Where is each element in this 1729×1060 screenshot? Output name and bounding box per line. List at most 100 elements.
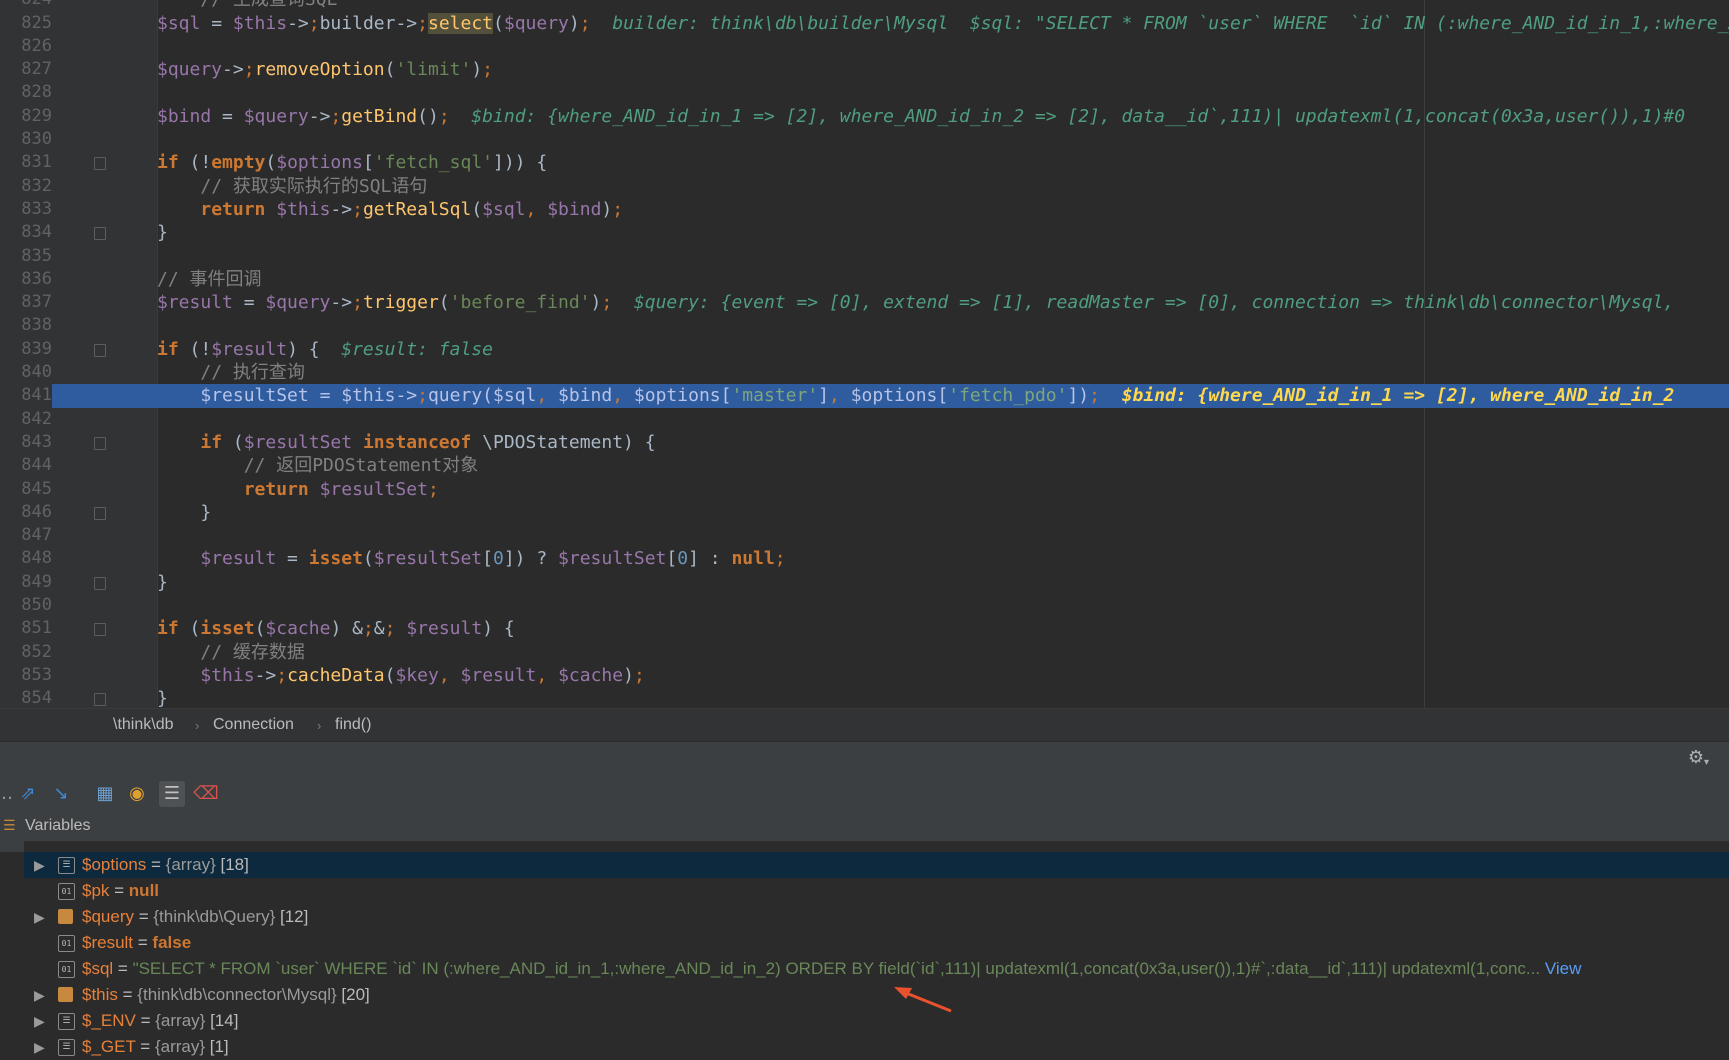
code-line[interactable]: 835 (0, 245, 1729, 268)
code-line[interactable]: 828 (0, 81, 1729, 104)
code-line[interactable]: 843 if ($resultSet instanceof \PDOStatem… (0, 431, 1729, 454)
code-line[interactable]: 848 $result = isset($resultSet[0]) ? $re… (0, 547, 1729, 570)
run-to-cursor-icon[interactable]: ↘ (48, 781, 74, 807)
code-line[interactable]: 845 return $resultSet; (0, 478, 1729, 501)
fold-marker-icon[interactable] (94, 506, 106, 520)
evaluate-icon[interactable]: ▦ (92, 781, 118, 807)
variable-row[interactable]: ▶ $this = {think\db\connector\Mysql} [20] (24, 982, 1729, 1008)
line-number[interactable]: 830 (0, 128, 52, 151)
code-line[interactable]: 837 $result = $query->;trigger('before_fi… (0, 291, 1729, 314)
line-number[interactable]: 845 (0, 478, 52, 501)
code-text: if (!empty($options['fetch_sql'])) { (157, 152, 548, 174)
code-line[interactable]: 827 $query->;removeOption('limit'); (0, 58, 1729, 81)
fold-marker-icon[interactable] (94, 343, 106, 357)
line-number[interactable]: 849 (0, 571, 52, 594)
line-number[interactable]: 850 (0, 594, 52, 617)
step-out-icon[interactable]: ⇗ (15, 781, 41, 807)
line-number[interactable]: 836 (0, 268, 52, 291)
variable-row[interactable]: ▶ ☰ $options = {array} [18] (24, 852, 1729, 878)
variable-count: [20] (336, 985, 370, 1004)
code-line[interactable]: 847 (0, 524, 1729, 547)
code-line[interactable]: 834} (0, 221, 1729, 244)
line-number[interactable]: 848 (0, 547, 52, 570)
line-number[interactable]: 852 (0, 641, 52, 664)
line-number[interactable]: 829 (0, 105, 52, 128)
variable-row[interactable]: 01 $result = false (24, 930, 1729, 956)
code-line[interactable]: 844 // 返回PDOStatement对象 (0, 454, 1729, 477)
code-line[interactable]: 831 if (!empty($options['fetch_sql'])) { (0, 151, 1729, 174)
fold-marker-icon[interactable] (94, 623, 106, 637)
expand-arrow-icon[interactable]: ▶ (34, 1034, 45, 1060)
line-number[interactable]: 844 (0, 454, 52, 477)
object-icon (58, 909, 73, 924)
code-line[interactable]: 839 if (!$result) { $result: false (0, 338, 1729, 361)
variable-row[interactable]: ▶ $query = {think\db\Query} [12] (24, 904, 1729, 930)
variable-name: $sql (82, 959, 114, 978)
code-line[interactable]: 840 // 执行查询 (0, 361, 1729, 384)
breadcrumb-namespace[interactable]: \think\db (113, 716, 173, 734)
line-number[interactable]: 834 (0, 221, 52, 244)
line-number[interactable]: 839 (0, 338, 52, 361)
variable-row[interactable]: ▶ ☰ $_GET = {array} [1] (24, 1034, 1729, 1060)
line-number[interactable]: 831 (0, 151, 52, 174)
variable-row[interactable]: 01 $pk = null (24, 878, 1729, 904)
code-line[interactable]: 850 (0, 594, 1729, 617)
code-line[interactable]: 853 $this->;cacheData($key, $result, $ca… (0, 664, 1729, 687)
line-number[interactable]: 827 (0, 58, 52, 81)
line-number[interactable]: 824 (0, 0, 52, 11)
fold-marker-icon[interactable] (94, 693, 106, 707)
line-number[interactable]: 826 (0, 35, 52, 58)
line-number[interactable]: 851 (0, 617, 52, 640)
line-number[interactable]: 828 (0, 81, 52, 104)
code-editor[interactable]: 824 // 生成查询SQL825$sql = $this->;builder-… (0, 0, 1729, 708)
code-line[interactable]: 824 // 生成查询SQL (0, 0, 1729, 11)
code-line[interactable]: 842 (0, 408, 1729, 431)
code-line[interactable]: 826 (0, 35, 1729, 58)
variable-row[interactable]: 01 $sql = "SELECT * FROM `user` WHERE `id… (24, 956, 1729, 982)
line-number[interactable]: 825 (0, 12, 52, 35)
breadcrumb-method[interactable]: find() (335, 716, 371, 734)
code-line[interactable]: 829 $bind = $query->;getBind(); $bind: {w… (0, 105, 1729, 128)
breadcrumb-class[interactable]: Connection (213, 716, 294, 734)
line-number[interactable]: 854 (0, 687, 52, 708)
code-line[interactable]: 854} (0, 687, 1729, 708)
line-number[interactable]: 835 (0, 245, 52, 268)
code-line[interactable]: 836 // 事件回调 (0, 268, 1729, 291)
code-line[interactable]: 838 (0, 314, 1729, 337)
chevron-down-icon[interactable]: ▾ (1704, 757, 1709, 768)
line-number[interactable]: 842 (0, 408, 52, 431)
line-number[interactable]: 832 (0, 175, 52, 198)
current-execution-line[interactable]: 841 $resultSet = $this->;query($sql, $bi… (0, 384, 1729, 408)
line-number[interactable]: 847 (0, 524, 52, 547)
line-number[interactable]: 853 (0, 664, 52, 687)
line-number[interactable]: 841 (0, 384, 52, 408)
line-number[interactable]: 843 (0, 431, 52, 454)
code-line[interactable]: 833 return $this->;getRealSql($sql, $bin… (0, 198, 1729, 221)
fold-marker-icon[interactable] (94, 436, 106, 450)
line-number[interactable]: 840 (0, 361, 52, 384)
fold-marker-icon[interactable] (94, 157, 106, 171)
code-line[interactable]: 851 if (isset($cache) &;&; $result) { (0, 617, 1729, 640)
line-number[interactable]: 837 (0, 291, 52, 314)
line-number[interactable]: 833 (0, 198, 52, 221)
variables-icon[interactable]: ☰ (159, 781, 185, 807)
expand-arrow-icon[interactable]: ▶ (34, 904, 45, 930)
expand-arrow-icon[interactable]: ▶ (34, 982, 45, 1008)
fold-marker-icon[interactable] (94, 576, 106, 590)
expand-arrow-icon[interactable]: ▶ (34, 852, 45, 878)
variable-row[interactable]: ▶ ☰ $_ENV = {array} [14] (24, 1008, 1729, 1034)
delete-icon[interactable]: ⌫ (193, 781, 219, 807)
code-line[interactable]: 849} (0, 571, 1729, 594)
fold-marker-icon[interactable] (94, 227, 106, 241)
code-line[interactable]: 852 // 缓存数据 (0, 641, 1729, 664)
line-number[interactable]: 838 (0, 314, 52, 337)
code-line[interactable]: 846 } (0, 501, 1729, 524)
expand-arrow-icon[interactable]: ▶ (34, 1008, 45, 1034)
line-number[interactable]: 846 (0, 501, 52, 524)
view-link[interactable]: View (1545, 959, 1582, 978)
variable-equals: = (133, 907, 154, 926)
code-line[interactable]: 825 $sql = $this->;builder->;select($quer… (0, 12, 1729, 35)
watch-icon[interactable]: ◉ (124, 781, 150, 807)
code-line[interactable]: 832 // 获取实际执行的SQL语句 (0, 175, 1729, 198)
code-line[interactable]: 830 (0, 128, 1729, 151)
